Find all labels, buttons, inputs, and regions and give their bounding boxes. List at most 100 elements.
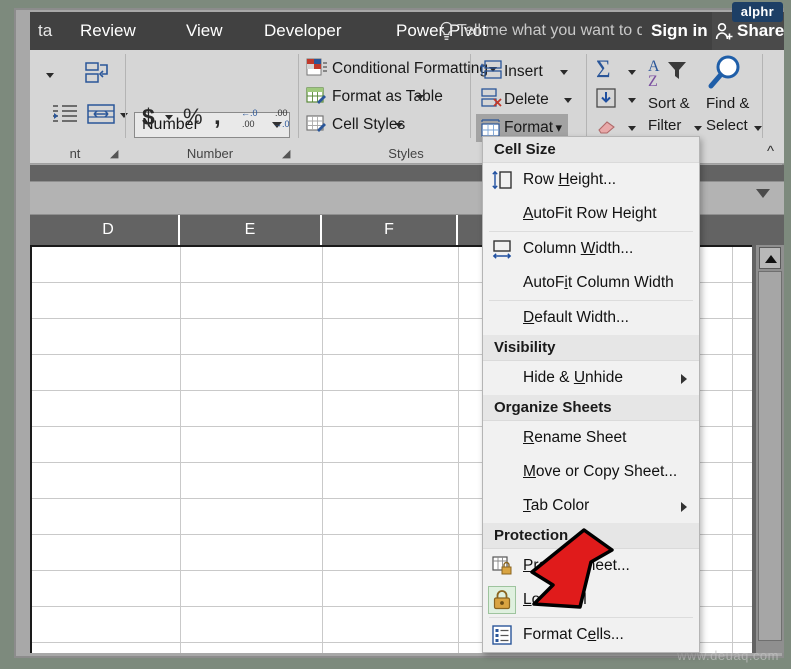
cell-styles-caret-icon[interactable]	[395, 123, 403, 128]
menu-label: Format Cells...	[523, 626, 624, 643]
submenu-arrow-icon	[681, 502, 687, 512]
grid-column-line	[322, 247, 323, 653]
increase-decimal-icon[interactable]: .00 →.0	[270, 106, 296, 130]
column-header-e[interactable]: E	[180, 215, 322, 245]
menu-item-format-cells[interactable]: Format Cells...	[483, 618, 699, 652]
number-dialog-launcher[interactable]: ◢	[282, 148, 294, 160]
currency-caret-icon[interactable]	[165, 115, 173, 120]
menu-item-default-width[interactable]: Default Width...	[483, 301, 699, 335]
menu-section-header-visibility: Visibility	[483, 335, 699, 361]
protect-sheet-icon	[492, 556, 512, 575]
menu-label: Tab Color	[523, 497, 590, 514]
person-add-icon	[715, 22, 733, 40]
menu-item-row-height[interactable]: Row Height...	[483, 163, 699, 197]
sort-filter-label-1[interactable]: Sort &	[648, 95, 690, 112]
comma-format-button[interactable]: ,	[214, 103, 221, 131]
menu-label: Hide & Unhide	[523, 369, 623, 386]
autosum-icon[interactable]: Σ	[596, 56, 611, 84]
insert-cells-icon[interactable]	[480, 60, 502, 80]
decrease-decimal-icon[interactable]: ←.0 .00	[238, 106, 264, 130]
menu-section-header-organize-sheets: Organize Sheets	[483, 395, 699, 421]
menu-label: AutoFit Row Height	[523, 205, 657, 222]
excel-window: ta Review View Developer Power Pivot Tel…	[0, 0, 791, 669]
wrap-text-icon[interactable]	[84, 60, 110, 86]
menu-section-header-cell-size: Cell Size	[483, 137, 699, 163]
menu-item-hide-unhide[interactable]: Hide & Unhide	[483, 361, 699, 395]
currency-format-button[interactable]: $	[142, 104, 155, 131]
scrollbar-thumb[interactable]	[758, 271, 782, 641]
autosum-caret-icon[interactable]	[628, 70, 636, 75]
merge-center-icon[interactable]	[86, 102, 116, 128]
menu-label: Move or Copy Sheet...	[523, 463, 678, 480]
find-select-caret-icon[interactable]	[754, 126, 762, 131]
delete-caret-icon[interactable]	[564, 98, 572, 103]
svg-text:←.0: ←.0	[241, 108, 258, 118]
eraser-icon[interactable]	[596, 116, 618, 136]
sort-filter-caret-icon[interactable]	[694, 126, 702, 131]
clear-caret-icon[interactable]	[628, 126, 636, 131]
svg-text:→.0: →.0	[273, 119, 290, 129]
conditional-formatting-icon[interactable]	[306, 58, 328, 78]
tab-developer[interactable]: Developer	[256, 12, 350, 50]
tab-view[interactable]: View	[178, 12, 231, 50]
menu-item-rename-sheet[interactable]: Rename Sheet	[483, 421, 699, 455]
alignment-dialog-launcher[interactable]: ◢	[110, 148, 122, 160]
menu-item-move-or-copy-sheet[interactable]: Move or Copy Sheet...	[483, 455, 699, 489]
percent-format-button[interactable]: %	[183, 104, 203, 130]
menu-item-lock-cell[interactable]: Lock Cell	[483, 583, 699, 617]
sign-in-button[interactable]: Sign in	[651, 12, 708, 50]
menu-item-column-width[interactable]: Column Width...	[483, 232, 699, 266]
tell-me-search[interactable]: Tell me what you want to do	[457, 12, 642, 50]
group-divider	[470, 54, 471, 138]
insert-button[interactable]: Insert	[504, 58, 543, 86]
formula-bar-expand-icon[interactable]	[756, 189, 770, 198]
alignment-group-label: nt	[69, 146, 81, 161]
fill-down-icon[interactable]	[596, 88, 618, 108]
sort-filter-icon[interactable]: A Z	[648, 56, 694, 90]
group-divider	[125, 54, 126, 138]
menu-label: AutoFit Column Width	[523, 274, 674, 291]
menu-item-autofit-column-width[interactable]: AutoFit Column Width	[483, 266, 699, 300]
tab-review[interactable]: Review	[72, 12, 144, 50]
tab-data[interactable]: ta	[30, 12, 60, 50]
merge-center-caret-icon[interactable]	[120, 113, 128, 118]
delete-cells-icon[interactable]	[480, 88, 502, 108]
menu-label: Default Width...	[523, 309, 629, 326]
alphr-brand-badge: alphr	[731, 2, 783, 22]
format-as-table-caret-icon[interactable]	[416, 95, 424, 100]
format-as-table-button[interactable]: Format as Table	[332, 88, 443, 106]
format-as-table-icon[interactable]	[306, 86, 328, 106]
alignment-caret-icon[interactable]	[46, 73, 54, 78]
conditional-formatting-button[interactable]: Conditional Formatting	[332, 60, 488, 78]
grid-column-line	[180, 247, 181, 653]
format-dropdown-menu[interactable]: Cell Size Row Height... AutoFit Row Heig…	[482, 136, 700, 653]
delete-button[interactable]: Delete	[504, 86, 549, 114]
number-format-dropdown[interactable]: Number	[134, 112, 290, 138]
column-header-f[interactable]: F	[322, 215, 458, 245]
collapse-ribbon-icon[interactable]: ^	[767, 143, 774, 160]
scroll-up-button[interactable]	[759, 247, 781, 269]
row-height-icon	[492, 170, 512, 190]
sort-filter-label-2[interactable]: Filter	[648, 117, 681, 134]
menu-label: Protect Sheet...	[523, 557, 630, 574]
menu-item-autofit-row-height[interactable]: AutoFit Row Height	[483, 197, 699, 231]
fill-caret-icon[interactable]	[628, 98, 636, 103]
insert-caret-icon[interactable]	[560, 70, 568, 75]
increase-indent-icon[interactable]	[52, 102, 78, 128]
menu-item-tab-color[interactable]: Tab Color	[483, 489, 699, 523]
lock-icon	[493, 590, 511, 610]
submenu-arrow-icon	[681, 374, 687, 384]
menu-item-protect-sheet[interactable]: Protect Sheet...	[483, 549, 699, 583]
menu-label: Column Width...	[523, 240, 634, 257]
vertical-scrollbar[interactable]	[756, 245, 784, 653]
group-divider	[762, 54, 763, 138]
find-select-label-2[interactable]: Select	[706, 117, 748, 134]
group-divider	[586, 54, 587, 138]
styles-group-label: Styles	[388, 146, 424, 161]
column-header-d[interactable]: D	[38, 215, 180, 245]
find-select-label-1[interactable]: Find &	[706, 95, 749, 112]
svg-text:.00: .00	[242, 119, 255, 129]
cell-styles-icon[interactable]	[306, 114, 328, 134]
grid-column-line	[458, 247, 459, 653]
find-select-icon[interactable]	[706, 54, 746, 92]
